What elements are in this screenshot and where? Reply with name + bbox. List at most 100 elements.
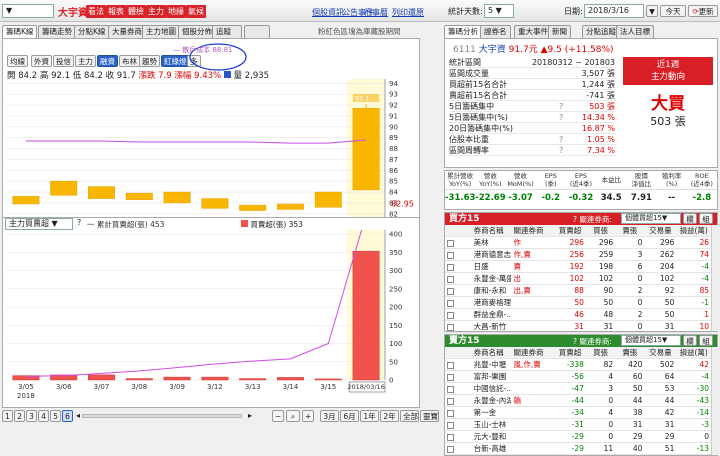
tab-4[interactable]: 主力地圖: [142, 25, 180, 38]
buy-row-checkbox[interactable]: [445, 249, 472, 261]
help-icon[interactable]: ?: [77, 218, 87, 227]
right-tab-3[interactable]: 新聞: [548, 25, 571, 38]
buy-row-checkbox[interactable]: [445, 285, 472, 297]
toolbar-button-5[interactable]: 氣候: [186, 5, 206, 18]
tab-3[interactable]: 大量券商: [108, 25, 146, 38]
date-dropdown-icon[interactable]: ▼: [646, 5, 658, 17]
tab-2[interactable]: 分點K線: [74, 25, 110, 38]
checkbox-icon[interactable]: [447, 409, 454, 417]
toolbar-link-2[interactable]: 行事曆: [364, 7, 388, 18]
sell-row[interactable]: 第一金 -34 4 38 42 -14: [445, 407, 711, 419]
buy-cell[interactable]: 康和-永和: [472, 285, 512, 297]
checkbox-icon[interactable]: [447, 275, 454, 283]
toolbar-button-1[interactable]: 報表: [106, 5, 126, 18]
right-tab-2[interactable]: 重大事件: [514, 25, 552, 38]
toolbar-link-0[interactable]: 個股資訊: [312, 7, 344, 18]
sell-scrollbar[interactable]: [711, 347, 718, 455]
range-button-4[interactable]: 全部: [400, 410, 419, 422]
buy-row-checkbox[interactable]: [445, 261, 472, 273]
buy-row[interactable]: 日盛賣 192 198 6 204 -4: [445, 261, 711, 273]
indicator-select[interactable]: 主力買賣超 ▼: [5, 218, 73, 230]
buy-cell[interactable]: 大昌-新竹: [472, 321, 512, 333]
zoom-fit-icon[interactable]: ⌕: [286, 410, 300, 422]
buy-cell[interactable]: 群益金鼎-...: [472, 309, 512, 321]
buy-cell[interactable]: 美林: [472, 237, 512, 249]
checkbox-icon[interactable]: [447, 361, 454, 369]
toolbar-link-3[interactable]: 列印還原: [392, 7, 424, 18]
buy-row-checkbox[interactable]: [445, 309, 472, 321]
sell-cell[interactable]: 玉山-士林: [472, 419, 512, 431]
right-tab-0[interactable]: 籌碼分析: [444, 25, 482, 38]
buy-row[interactable]: 港商麥格理 50 50 0 50 -1: [445, 297, 711, 309]
tab-5[interactable]: 個股分佈: [178, 25, 216, 38]
scroll-right-icon[interactable]: ▸: [248, 411, 252, 420]
right-tab-5[interactable]: 法人目標: [616, 25, 654, 38]
zoom-out-icon[interactable]: −: [272, 410, 284, 422]
checkbox-icon[interactable]: [447, 239, 454, 247]
help-icon[interactable]: ?: [559, 112, 563, 123]
checkbox-icon[interactable]: [447, 397, 454, 405]
sell-combo[interactable]: 個體買超15▼: [621, 335, 681, 346]
sell-cell[interactable]: 中國信託-...: [472, 383, 512, 395]
horizontal-scrollbar[interactable]: [82, 414, 242, 418]
toolbar-button-4[interactable]: 地緣: [166, 5, 186, 18]
checkbox-icon[interactable]: [447, 385, 454, 393]
right-tab-1[interactable]: 證券名: [480, 25, 511, 38]
buy-col-button[interactable]: 欄: [683, 213, 697, 224]
page-5[interactable]: 5: [50, 410, 61, 422]
sell-row-checkbox[interactable]: [445, 395, 472, 407]
indicator-button-7[interactable]: 紅綠燈: [161, 55, 190, 67]
sell-group-button[interactable]: 組: [699, 335, 713, 346]
indicator-button-2[interactable]: 投信: [53, 55, 74, 67]
toolbar-button-3[interactable]: 主力: [146, 5, 166, 18]
sell-row[interactable]: 兆豐-中壢 風,作,賣 -338 82 420 502 42: [445, 359, 711, 371]
help-icon[interactable]: ?: [559, 145, 563, 156]
page-3[interactable]: 3: [26, 410, 37, 422]
sell-row[interactable]: 元大-豐和 -29 0 29 29 0: [445, 431, 711, 443]
buy-row[interactable]: 永豐金-萬盛出 102 102 0 102 -4: [445, 273, 711, 285]
sell-row[interactable]: 台新-高雄 -29 11 40 51 -13: [445, 443, 711, 455]
sell-cell[interactable]: 台新-高雄: [472, 443, 512, 455]
buy-row-checkbox[interactable]: [445, 321, 472, 333]
sell-cell[interactable]: 永豐金-內湖: [472, 395, 512, 407]
buy-group-button[interactable]: 組: [699, 213, 713, 224]
checkbox-icon[interactable]: [447, 421, 454, 429]
scroll-left-icon[interactable]: ◂: [76, 411, 80, 420]
buy-row[interactable]: 康和-永和 出,賣 88 90 2 92 85: [445, 285, 711, 297]
buy-row-checkbox[interactable]: [445, 273, 472, 285]
buy-row[interactable]: 港商德意志 作,賣 256 259 3 262 74: [445, 249, 711, 261]
days-select[interactable]: 5 ▼: [484, 4, 514, 18]
netbuy-chart[interactable]: 400 350 300 250 200 150 100 50 0 3/05 3/06 3/07 3/08…: [3, 230, 419, 408]
date-input[interactable]: 2018/3/16: [584, 4, 644, 18]
range-button-0[interactable]: 3月: [320, 410, 339, 422]
indicator-button-6[interactable]: 趨勢: [139, 55, 160, 67]
today-button[interactable]: 今天: [660, 5, 686, 17]
help-icon[interactable]: ?: [559, 101, 563, 112]
sell-row-checkbox[interactable]: [445, 431, 472, 443]
indicator-button-0[interactable]: 均線: [7, 55, 28, 67]
buy-row[interactable]: 美林作 296 296 0 296 26: [445, 237, 711, 249]
checkbox-icon[interactable]: [447, 323, 454, 331]
checkbox-icon[interactable]: [447, 299, 454, 307]
tab-1[interactable]: 籌碼走勢: [38, 25, 76, 38]
refresh-button[interactable]: ⟳更新: [688, 5, 718, 17]
sell-row-checkbox[interactable]: [445, 407, 472, 419]
checkbox-icon[interactable]: [447, 263, 454, 271]
sell-row-checkbox[interactable]: [445, 371, 472, 383]
page-1[interactable]: 1: [2, 410, 13, 422]
tab-0[interactable]: 籌碼K線: [2, 25, 38, 38]
help-icon[interactable]: ?: [559, 134, 563, 145]
checkbox-icon[interactable]: [447, 251, 454, 259]
buy-cell[interactable]: 港商麥格理: [472, 297, 512, 309]
sell-cell[interactable]: 元大-豐和: [472, 431, 512, 443]
checkbox-icon[interactable]: [447, 433, 454, 441]
indicator-button-5[interactable]: 布林: [119, 55, 140, 67]
sell-row-checkbox[interactable]: [445, 359, 472, 371]
buy-cell[interactable]: 港商德意志: [472, 249, 512, 261]
checkbox-icon[interactable]: [447, 373, 454, 381]
sell-cell[interactable]: 富邦-樂園: [472, 371, 512, 383]
range-button-3[interactable]: 2年: [380, 410, 399, 422]
buy-scrollbar[interactable]: [711, 225, 718, 331]
range-button-5[interactable]: 靈寶: [420, 410, 439, 422]
sell-row[interactable]: 玉山-士林 -31 0 31 31 -3: [445, 419, 711, 431]
